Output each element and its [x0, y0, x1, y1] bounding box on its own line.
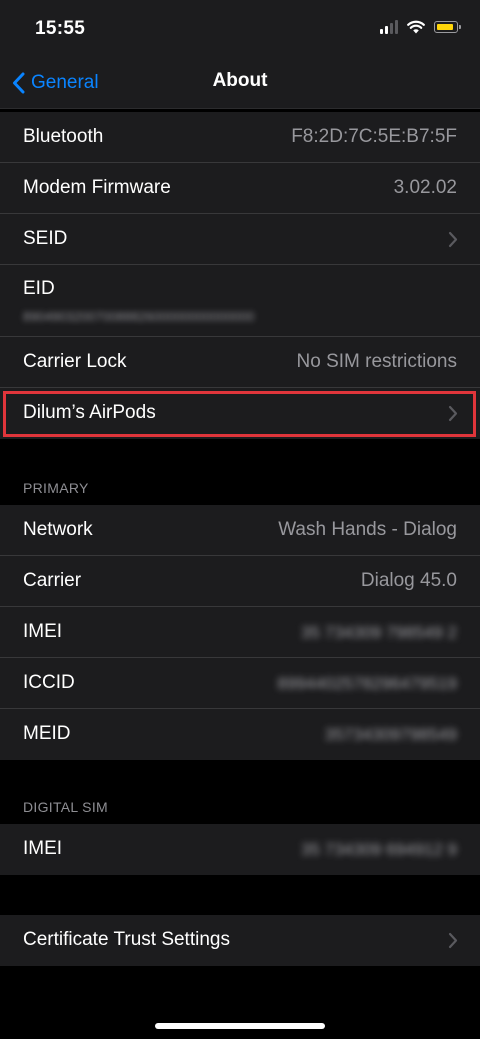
row-value: 35 734309 694912 9	[301, 840, 457, 859]
battery-icon	[434, 21, 461, 33]
status-bar: 15:55	[0, 0, 480, 58]
meid-row: MEID 35734309798549	[0, 709, 480, 760]
certificate-trust-settings-row[interactable]: Certificate Trust Settings	[0, 915, 480, 966]
about-info-group: Bluetooth F8:2D:7C:5E:B7:5F Modem Firmwa…	[0, 112, 480, 439]
chevron-right-icon	[448, 932, 458, 949]
row-label: Modem Firmware	[23, 177, 171, 198]
network-row: Network Wash Hands - Dialog	[0, 505, 480, 556]
certificate-group: Certificate Trust Settings	[0, 915, 480, 966]
row-value: 8994402578296479519	[277, 674, 457, 693]
row-label: Carrier Lock	[23, 351, 127, 372]
row-label: Carrier	[23, 570, 82, 591]
status-icons	[380, 20, 461, 34]
row-value: Dialog 45.0	[360, 570, 457, 591]
wifi-icon	[407, 20, 425, 34]
bluetooth-row: Bluetooth F8:2D:7C:5E:B7:5F	[0, 112, 480, 163]
row-value: 3.02.02	[393, 177, 457, 198]
row-label: ICCID	[23, 672, 75, 693]
row-value: 35734309798549	[324, 725, 457, 744]
digital-sim-group: IMEI 35 734309 694912 9	[0, 824, 480, 875]
row-label: MEID	[23, 723, 71, 744]
highlight-box	[3, 391, 476, 437]
eid-value: 89049032007008882600000000000000	[23, 309, 255, 324]
row-value: No SIM restrictions	[296, 351, 457, 372]
status-time: 15:55	[35, 18, 86, 39]
row-label: Network	[23, 519, 93, 540]
primary-group: Network Wash Hands - Dialog Carrier Dial…	[0, 505, 480, 760]
row-value: Wash Hands - Dialog	[278, 519, 457, 540]
row-value: 35 734309 798549 2	[301, 623, 457, 642]
iccid-row: ICCID 8994402578296479519	[0, 658, 480, 709]
row-label: SEID	[23, 228, 68, 249]
chevron-right-icon	[448, 231, 458, 248]
row-label: IMEI	[23, 621, 63, 642]
cellular-signal-icon	[380, 20, 398, 34]
row-label: EID	[23, 278, 55, 299]
section-header-primary: PRIMARY	[23, 480, 89, 496]
imei-row: IMEI 35 734309 798549 2	[0, 607, 480, 658]
row-label: IMEI	[23, 838, 63, 859]
row-label: Bluetooth	[23, 126, 104, 147]
seid-row[interactable]: SEID	[0, 214, 480, 265]
navigation-bar: General About	[0, 58, 480, 109]
about-screen: 15:55 General About Bluetooth F8:2D:7C:5…	[0, 0, 480, 1039]
eid-row: EID 89049032007008882600000000000000	[0, 265, 480, 337]
carrier-lock-row: Carrier Lock No SIM restrictions	[0, 337, 480, 388]
digital-imei-row: IMEI 35 734309 694912 9	[0, 824, 480, 875]
section-header-digital-sim: DIGITAL SIM	[23, 799, 108, 815]
carrier-row: Carrier Dialog 45.0	[0, 556, 480, 607]
row-value: F8:2D:7C:5E:B7:5F	[291, 126, 457, 147]
modem-firmware-row: Modem Firmware 3.02.02	[0, 163, 480, 214]
row-label: Certificate Trust Settings	[23, 929, 230, 950]
home-indicator[interactable]	[155, 1023, 325, 1029]
page-title: About	[212, 70, 268, 91]
